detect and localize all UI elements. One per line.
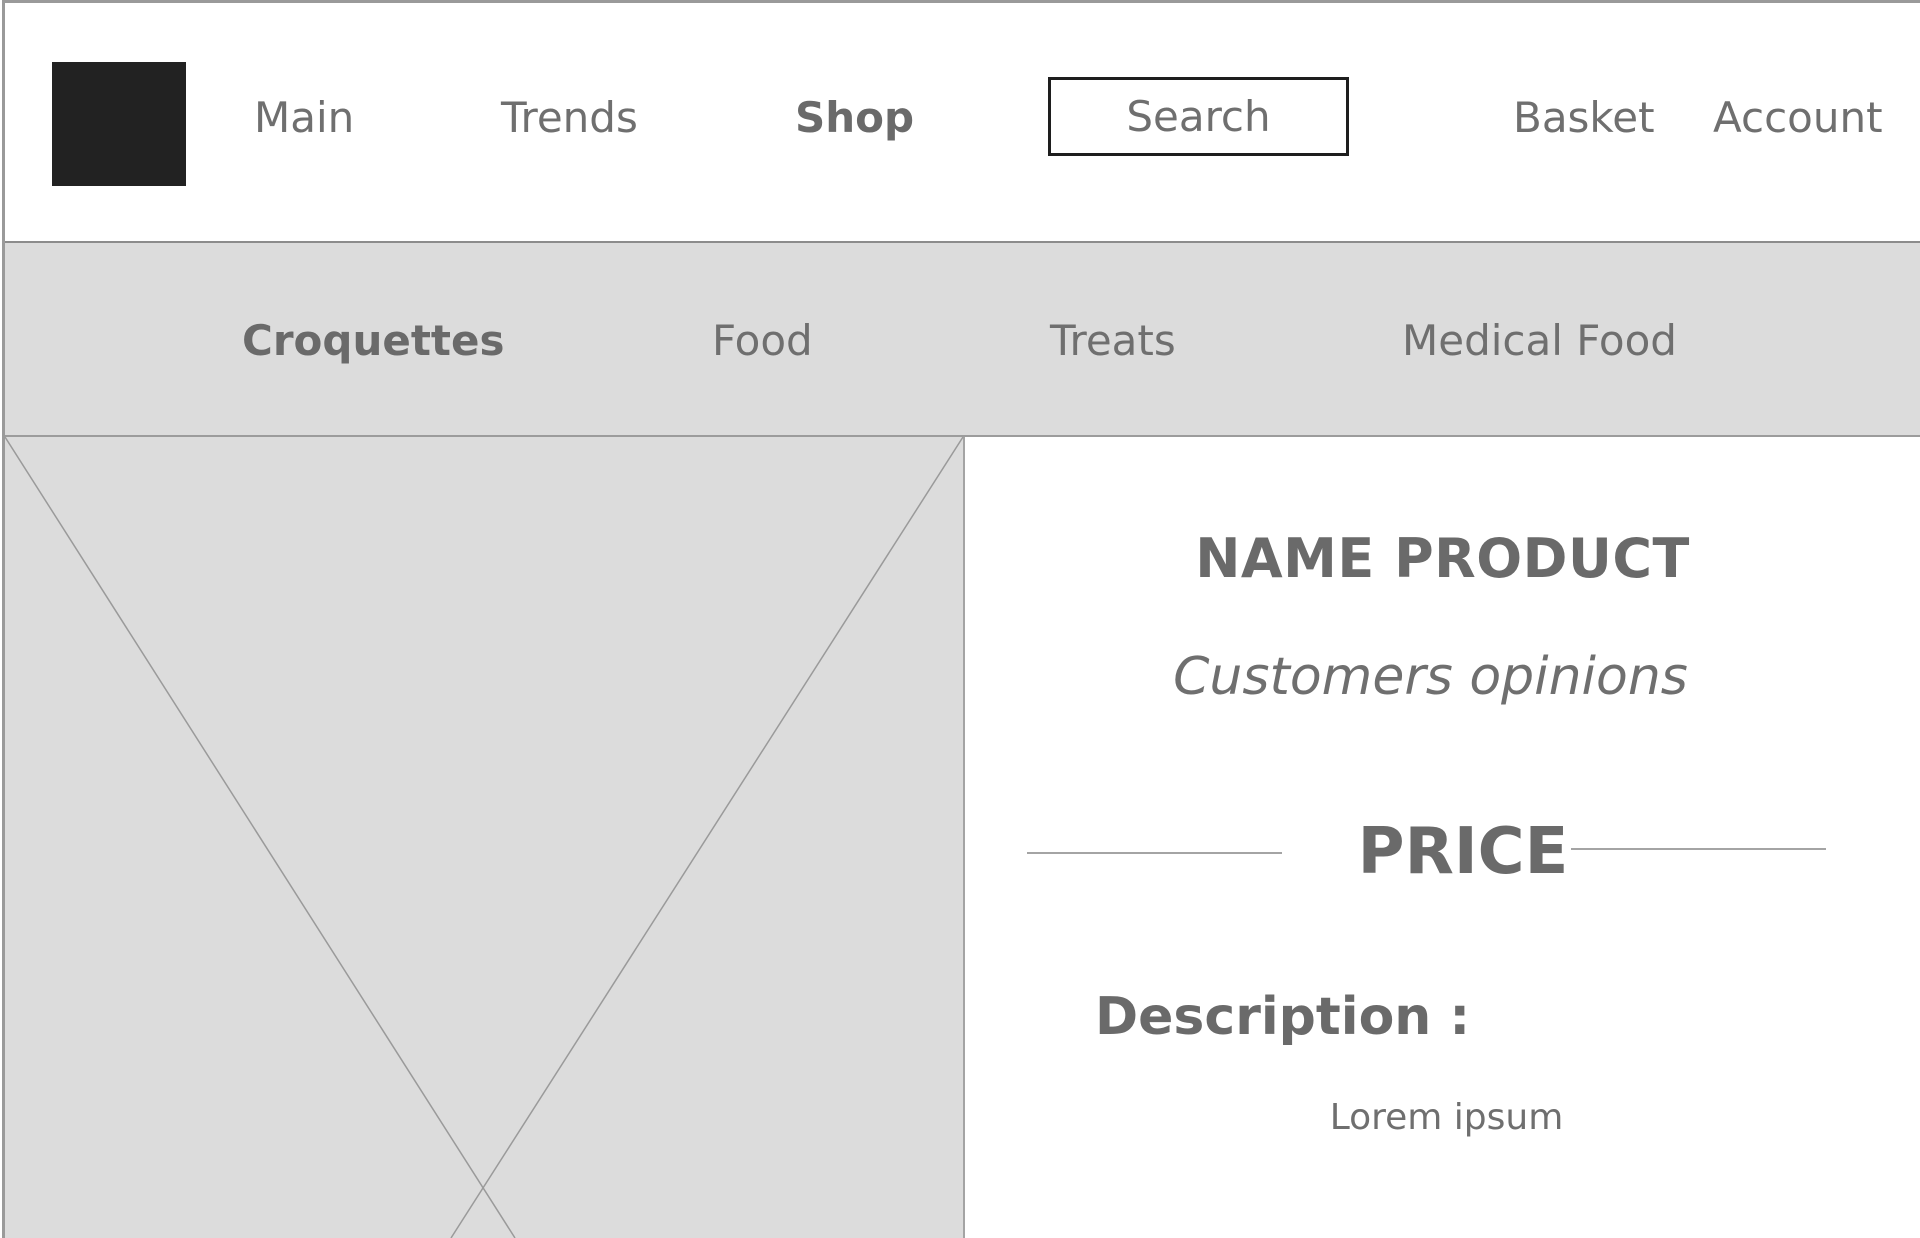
price-divider-left — [1027, 852, 1282, 854]
search-input[interactable]: Search — [1048, 77, 1349, 156]
account-link[interactable]: Account — [1713, 93, 1883, 143]
category-food[interactable]: Food — [712, 315, 813, 367]
product-price: PRICE — [1357, 815, 1569, 889]
category-medical-food[interactable]: Medical Food — [1402, 315, 1677, 367]
price-divider-right — [1571, 848, 1826, 850]
product-name: NAME PRODUCT — [1195, 527, 1690, 590]
nav-shop[interactable]: Shop — [795, 93, 914, 143]
product-details: NAME PRODUCT Customers opinions PRICE De… — [965, 437, 1920, 1238]
nav-main[interactable]: Main — [254, 93, 354, 143]
category-croquettes[interactable]: Croquettes — [242, 315, 504, 367]
category-treats[interactable]: Treats — [1050, 315, 1176, 367]
product-image-placeholder — [5, 437, 965, 1238]
image-placeholder-icon — [5, 437, 964, 1238]
customer-opinions-link[interactable]: Customers opinions — [953, 647, 1908, 707]
top-header: Main Trends Shop Search Basket Account — [5, 3, 1920, 243]
nav-trends[interactable]: Trends — [501, 93, 638, 143]
description-text: Lorem ipsum — [1329, 1097, 1564, 1138]
basket-link[interactable]: Basket — [1513, 93, 1655, 143]
description-heading: Description : — [1095, 987, 1471, 1047]
category-bar: Croquettes Food Treats Medical Food — [5, 243, 1920, 437]
logo[interactable] — [52, 62, 186, 186]
